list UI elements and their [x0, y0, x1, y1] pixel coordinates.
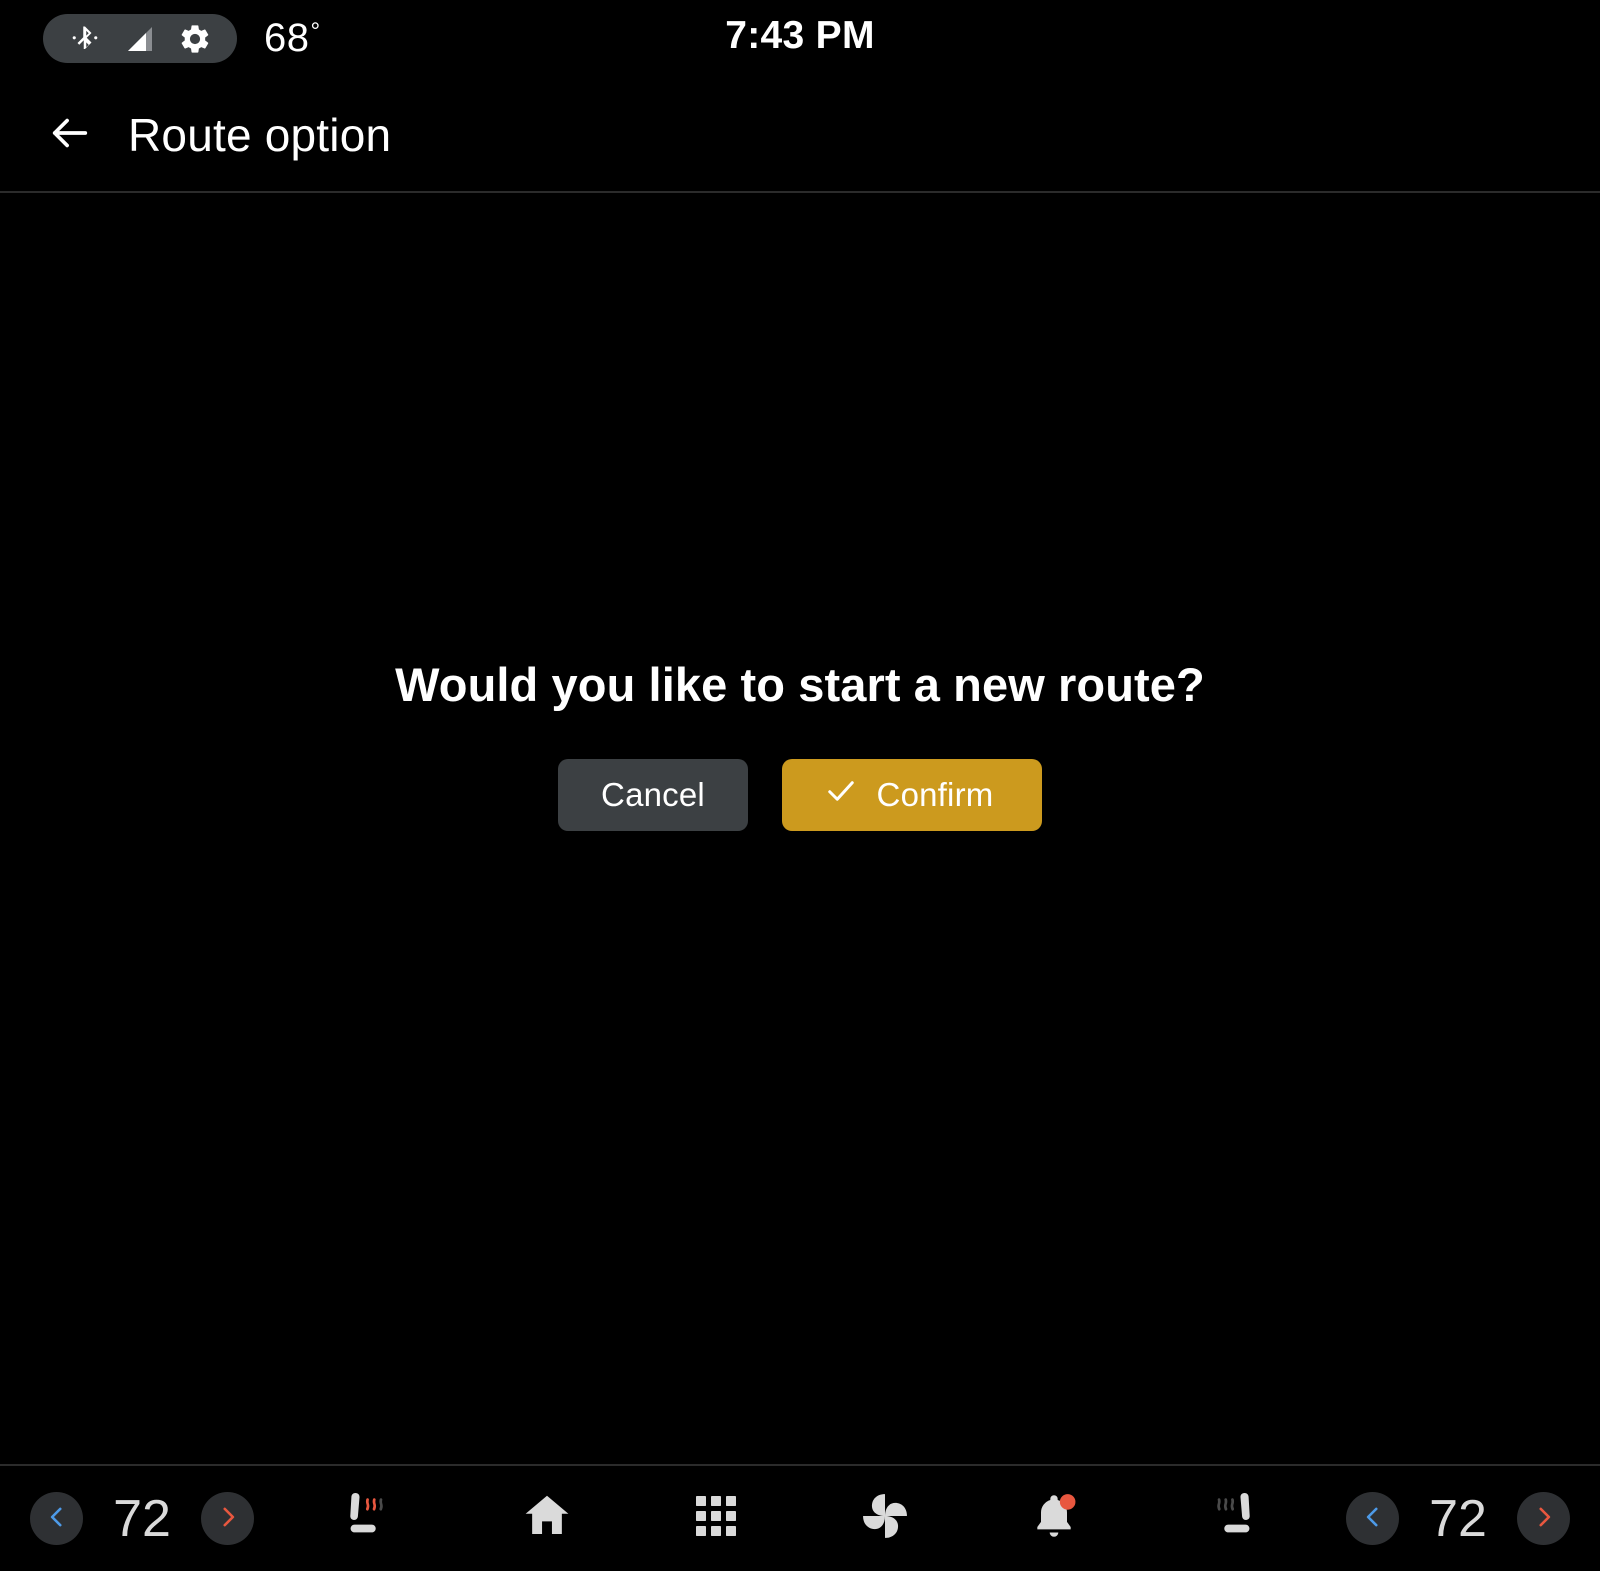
app-bar: Route option — [0, 78, 1600, 192]
chevron-right-icon — [1531, 1504, 1557, 1533]
arrow-left-icon — [47, 110, 93, 161]
confirm-button-label: Confirm — [876, 775, 994, 813]
back-button[interactable] — [34, 99, 106, 171]
passenger-temp-decrease-button[interactable] — [1346, 1492, 1399, 1545]
cancel-button-label: Cancel — [601, 775, 705, 813]
nav-home-button[interactable] — [505, 1477, 589, 1561]
content-area: Would you like to start a new route? Can… — [0, 193, 1600, 1465]
driver-temp-increase-button[interactable] — [201, 1492, 254, 1545]
chevron-left-icon — [44, 1504, 70, 1533]
bottom-bar: 72 72 — [0, 1466, 1600, 1571]
new-route-dialog: Would you like to start a new route? Can… — [0, 659, 1600, 831]
dialog-actions: Cancel Confirm — [558, 758, 1042, 831]
driver-climate-cluster: 72 — [30, 1466, 416, 1571]
chevron-right-icon — [215, 1504, 241, 1533]
passenger-heated-seat-button[interactable] — [1184, 1479, 1280, 1559]
page-title: Route option — [128, 109, 392, 161]
chevron-left-icon — [1360, 1504, 1386, 1533]
passenger-temp-value: 72 — [1429, 1489, 1487, 1548]
confirm-button[interactable]: Confirm — [782, 758, 1042, 831]
heated-seat-icon — [337, 1487, 399, 1550]
driver-temp-decrease-button[interactable] — [30, 1492, 83, 1545]
status-bar: 68 ° 7:43 PM — [0, 0, 1600, 78]
driver-temp-value: 72 — [113, 1489, 171, 1548]
nav-notifications-button[interactable] — [1012, 1477, 1096, 1561]
dialog-message: Would you like to start a new route? — [395, 658, 1205, 711]
home-icon — [520, 1489, 574, 1548]
fan-icon — [857, 1488, 913, 1549]
cancel-button[interactable]: Cancel — [558, 758, 748, 831]
check-icon — [823, 773, 859, 817]
status-clock: 7:43 PM — [725, 14, 875, 57]
nav-apps-button[interactable] — [674, 1477, 758, 1561]
heated-seat-icon — [1201, 1487, 1263, 1550]
bell-icon — [1028, 1490, 1080, 1547]
apps-grid-icon — [692, 1492, 740, 1545]
driver-heated-seat-button[interactable] — [320, 1479, 416, 1559]
passenger-temp-increase-button[interactable] — [1517, 1492, 1570, 1545]
nav-climate-button[interactable] — [843, 1477, 927, 1561]
passenger-climate-cluster: 72 — [1184, 1466, 1570, 1571]
